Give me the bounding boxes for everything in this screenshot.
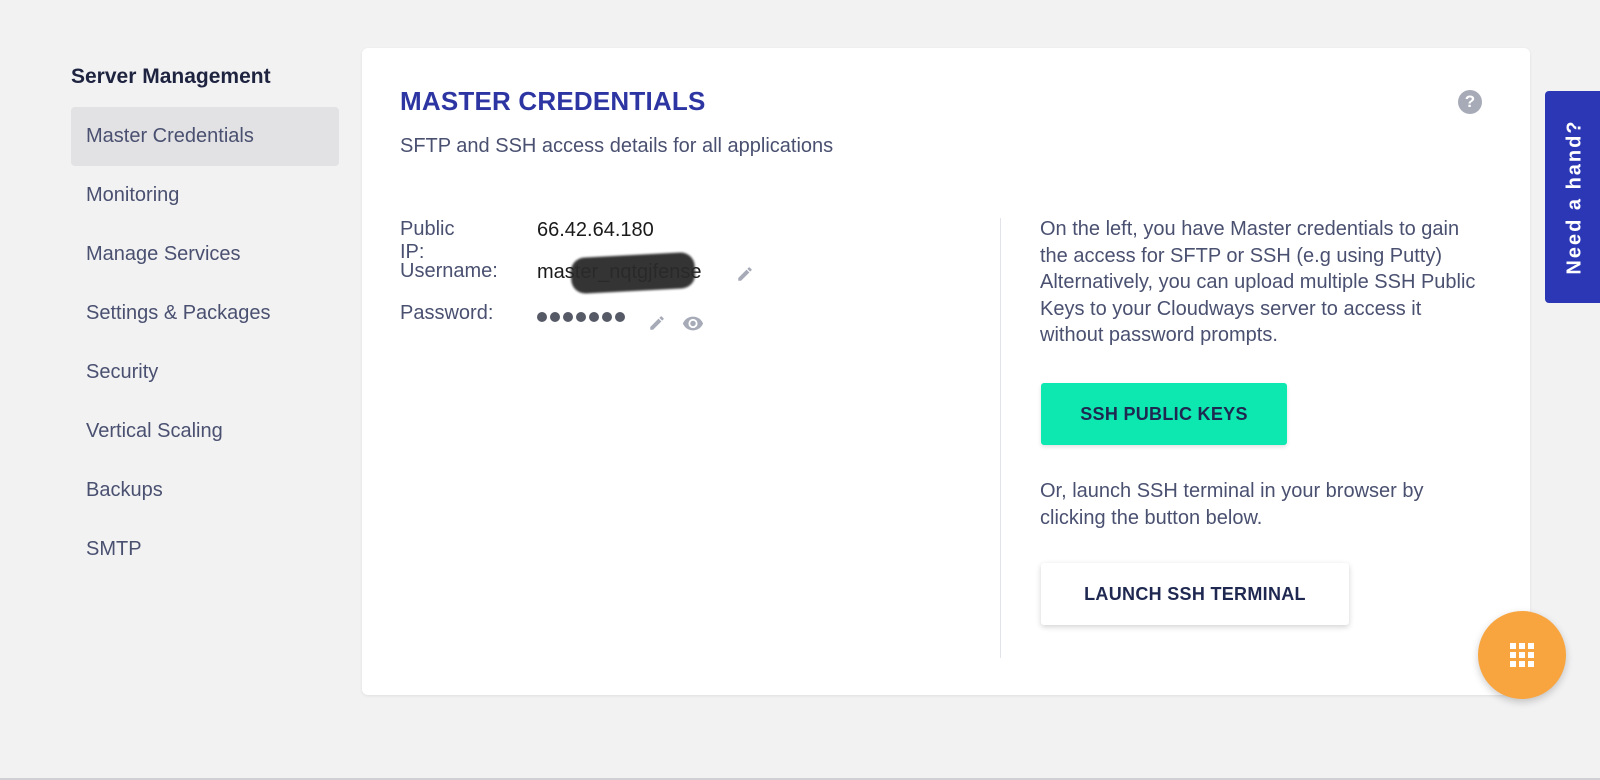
password-label: Password:: [400, 302, 494, 324]
sidebar-item-master-credentials[interactable]: Master Credentials: [71, 107, 339, 166]
public-ip-label: Public IP:: [400, 218, 455, 263]
username-value: master_nqtgjfense: [537, 251, 702, 295]
sidebar-item-security[interactable]: Security: [71, 343, 339, 402]
show-password-eye-icon[interactable]: [682, 312, 704, 334]
edit-username-pencil-icon[interactable]: [734, 263, 756, 285]
grid-icon: [1510, 643, 1534, 667]
need-a-hand-label: Need a hand?: [1563, 119, 1586, 275]
sidebar-item-smtp[interactable]: SMTP: [71, 520, 339, 579]
edit-password-pencil-icon[interactable]: [646, 312, 668, 334]
question-icon[interactable]: ?: [1458, 90, 1482, 114]
sidebar-item-backups[interactable]: Backups: [71, 461, 339, 520]
page-subtitle: SFTP and SSH access details for all appl…: [400, 135, 834, 157]
launch-terminal-info-text: Or, launch SSH terminal in your browser …: [1040, 480, 1424, 529]
redaction-scribble: [570, 251, 696, 295]
sidebar-item-vertical-scaling[interactable]: Vertical Scaling: [71, 402, 339, 461]
need-a-hand-tab[interactable]: Need a hand?: [1545, 91, 1600, 303]
ssh-public-keys-button[interactable]: SSH PUBLIC KEYS: [1041, 383, 1287, 445]
password-masked-value: [537, 312, 625, 322]
master-credentials-card: MASTER CREDENTIALS SFTP and SSH access d…: [362, 48, 1530, 695]
sidebar-item-manage-services[interactable]: Manage Services: [71, 225, 339, 284]
page-title: MASTER CREDENTIALS: [400, 86, 706, 116]
sidebar-item-settings-packages[interactable]: Settings & Packages: [71, 284, 339, 343]
apps-launcher-button[interactable]: [1478, 611, 1566, 699]
ssh-info-text: On the left, you have Master credentials…: [1040, 218, 1476, 346]
sidebar-item-monitoring[interactable]: Monitoring: [71, 166, 339, 225]
vertical-divider: [1000, 218, 1001, 658]
sidebar-title: Server Management: [71, 65, 271, 88]
page: Server Management Master Credentials Mon…: [0, 0, 1600, 780]
public-ip-value: 66.42.64.180: [537, 219, 654, 241]
launch-ssh-terminal-button[interactable]: LAUNCH SSH TERMINAL: [1041, 563, 1349, 625]
sidebar: Server Management Master Credentials Mon…: [71, 62, 339, 579]
username-label: Username:: [400, 260, 498, 282]
